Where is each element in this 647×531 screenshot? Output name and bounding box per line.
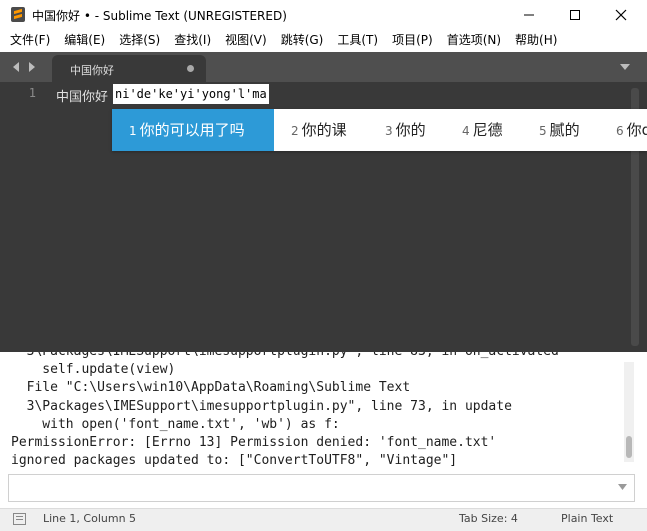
ime-candidate-5[interactable]: 5 腻的 — [539, 109, 580, 151]
editor-line-text: 中国你好 — [56, 90, 109, 105]
tab-dropdown-icon[interactable] — [619, 63, 631, 71]
close-button[interactable] — [598, 0, 644, 30]
window-title: 中国你好 • - Sublime Text (UNREGISTERED) — [32, 9, 287, 23]
menu-selection[interactable]: 选择(S) — [112, 30, 167, 52]
minimize-button[interactable] — [506, 0, 552, 30]
menu-help[interactable]: 帮助(H) — [508, 30, 564, 52]
ime-candidate-6[interactable]: 6你du — [616, 109, 647, 151]
maximize-button[interactable] — [552, 0, 598, 30]
ime-candidate-3[interactable]: 3 你的 — [385, 109, 426, 151]
unsaved-dot-icon[interactable] — [187, 65, 194, 72]
ime-composition-text: ni'de'ke'yi'yong'l'ma — [113, 84, 269, 104]
chevron-down-icon[interactable] — [617, 483, 628, 491]
ime-candidate-4[interactable]: 4 尼德 — [462, 109, 503, 151]
menu-goto[interactable]: 跳转(G) — [274, 30, 331, 52]
console-line: self.update(view) — [11, 362, 176, 377]
minimize-icon — [524, 14, 534, 16]
console-line: PermissionError: [Errno 13] Permission d… — [11, 435, 497, 450]
line-number: 1 — [28, 86, 36, 100]
panel-toggle-icon[interactable] — [13, 513, 26, 525]
syntax-selector[interactable]: Plain Text — [561, 512, 613, 525]
ime-candidate-1[interactable]: 1 你的可以用了吗 — [112, 109, 274, 151]
menu-edit[interactable]: 编辑(E) — [57, 30, 112, 52]
console-input[interactable] — [8, 474, 635, 502]
menu-view[interactable]: 视图(V) — [218, 30, 274, 52]
tab-size-selector[interactable]: Tab Size: 4 — [459, 512, 518, 525]
maximize-icon — [570, 10, 580, 20]
tab-nav-arrows-icon[interactable] — [12, 61, 40, 73]
menu-bar: 文件(F) 编辑(E) 选择(S) 查找(I) 视图(V) 跳转(G) 工具(T… — [0, 30, 647, 52]
console-scroll-thumb[interactable] — [626, 436, 632, 458]
menu-find[interactable]: 查找(I) — [167, 30, 218, 52]
sublime-logo-icon — [11, 7, 25, 22]
console-line: 3\Packages\IMESupport\imesupportplugin.p… — [11, 399, 512, 414]
menu-file[interactable]: 文件(F) — [0, 30, 57, 52]
ime-candidate-window: 1你的可以用了吗 2你的课 3你的 4尼德 5腻的 6你du — [112, 109, 647, 151]
console-line: with open('font_name.txt', 'wb') as f: — [11, 417, 340, 432]
cursor-position: Line 1, Column 5 — [43, 512, 137, 525]
console-line: File "C:\Users\win10\AppData\Roaming\Sub… — [11, 380, 411, 395]
menu-tools[interactable]: 工具(T) — [330, 30, 385, 52]
console-line: ignored packages updated to: ["ConvertTo… — [11, 453, 458, 468]
close-icon — [615, 9, 627, 21]
ime-candidate-2[interactable]: 2 你的课 — [291, 109, 347, 151]
menu-project[interactable]: 项目(P) — [385, 30, 440, 52]
console-line: 3\Packages\IMESupport\imesupportplugin.p… — [11, 352, 559, 361]
tab-label: 中国你好 — [70, 64, 114, 77]
console-output[interactable]: 3\Packages\IMESupport\imesupportplugin.p… — [0, 352, 647, 472]
menu-preferences[interactable]: 首选项(N) — [440, 30, 508, 52]
